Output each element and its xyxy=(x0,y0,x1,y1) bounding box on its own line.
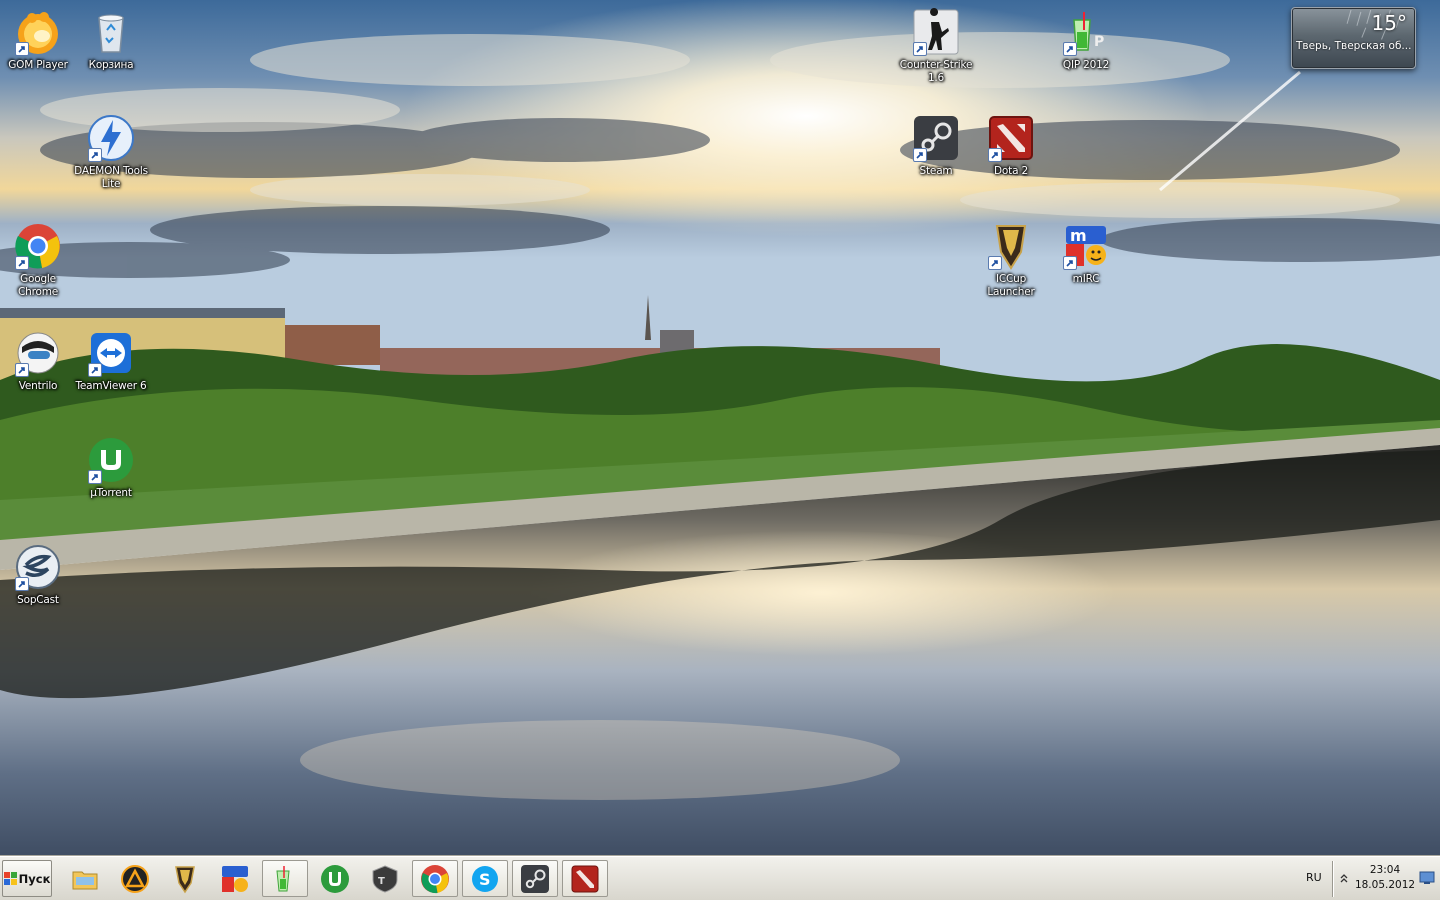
weather-gadget[interactable]: 15° Тверь, Тверская об... xyxy=(1291,7,1416,69)
desktop-icon-label: Ventrilo xyxy=(18,380,58,392)
shortcut-arrow-icon xyxy=(88,363,102,377)
desktop-icon-gom-player[interactable]: GOM Player xyxy=(0,8,76,72)
taskbar-button-steam[interactable] xyxy=(512,860,558,897)
svg-text:T: T xyxy=(378,876,385,887)
desktop-icon-recycle-bin[interactable]: Корзина xyxy=(73,8,149,72)
desktop-icon-counter-strike[interactable]: Counter-Strike 1.6 xyxy=(898,8,974,85)
utorrent-icon xyxy=(321,864,349,893)
desktop-icon-google-chrome[interactable]: Google Chrome xyxy=(0,222,76,299)
shortcut-arrow-icon xyxy=(1063,42,1077,56)
taskbar-button-iccup[interactable] xyxy=(162,860,208,897)
svg-text:P: P xyxy=(1094,34,1104,50)
taskbar-button-world-of-tanks[interactable]: T xyxy=(362,860,408,897)
dota2-icon xyxy=(571,865,599,892)
file-explorer-icon xyxy=(72,871,98,889)
shortcut-arrow-icon xyxy=(15,42,29,56)
shortcut-arrow-icon xyxy=(913,42,927,56)
desktop-icon-label: TeamViewer 6 xyxy=(75,380,147,392)
shortcut-arrow-icon xyxy=(913,148,927,162)
taskbar-button-aimp[interactable] xyxy=(112,860,158,897)
language-indicator[interactable]: RU xyxy=(1306,871,1322,884)
clock-date: 18.05.2012 xyxy=(1354,879,1416,891)
desktop-icon-daemon-tools[interactable]: DAEMON Tools Lite xyxy=(73,114,149,191)
world-of-tanks-icon: T xyxy=(372,864,398,893)
iccup-icon xyxy=(175,865,195,893)
desktop-icon-label: GOM Player xyxy=(8,59,68,71)
shortcut-arrow-icon xyxy=(988,256,1002,270)
desktop-icon-label: Dota 2 xyxy=(994,165,1028,177)
start-button[interactable]: Пуск xyxy=(2,860,52,897)
chevron-up-icon[interactable] xyxy=(1338,871,1350,885)
taskbar: Пуск T S RU 23:04 18.05.2012 xyxy=(0,856,1440,900)
svg-text:S: S xyxy=(479,870,491,889)
desktop[interactable]: GOM Player Корзина DAEMON Tools Lite Goo… xyxy=(0,0,1440,856)
desktop-icon-label: SopCast xyxy=(17,594,59,606)
desktop-icon-iccup[interactable]: ICCup Launcher xyxy=(973,222,1049,299)
shortcut-arrow-icon xyxy=(15,256,29,270)
taskbar-button-skype[interactable]: S xyxy=(462,860,508,897)
shortcut-arrow-icon xyxy=(988,148,1002,162)
taskbar-button-utorrent[interactable] xyxy=(312,860,358,897)
windows-logo-icon xyxy=(3,872,17,885)
start-button-label: Пуск xyxy=(18,871,51,886)
shortcut-arrow-icon xyxy=(88,470,102,484)
desktop-icon-label: ICCup Launcher xyxy=(987,273,1035,298)
desktop-icon-ventrilo[interactable]: Ventrilo xyxy=(0,329,76,393)
desktop-icon-mirc[interactable]: m mIRC xyxy=(1048,222,1124,286)
weather-location: Тверь, Тверская об... xyxy=(1296,40,1412,52)
chrome-icon xyxy=(421,864,449,893)
qip-icon xyxy=(276,865,290,891)
desktop-icon-teamviewer[interactable]: TeamViewer 6 xyxy=(73,329,149,393)
recycle-bin-icon xyxy=(98,14,124,53)
desktop-icon-dota2[interactable]: Dota 2 xyxy=(973,114,1049,178)
taskbar-button-chrome[interactable] xyxy=(412,860,458,897)
desktop-icon-label: Google Chrome xyxy=(18,273,58,298)
desktop-wallpaper xyxy=(0,0,1440,856)
taskbar-button-dota2[interactable] xyxy=(562,860,608,897)
aimp-icon xyxy=(121,864,149,893)
desktop-icon-steam[interactable]: Steam xyxy=(898,114,974,178)
shortcut-arrow-icon xyxy=(88,148,102,162)
desktop-icon-label: mIRC xyxy=(1072,273,1100,285)
weather-temperature: 15° xyxy=(1371,11,1407,35)
taskbar-button-mirc[interactable] xyxy=(212,860,258,897)
desktop-icon-label: QIP 2012 xyxy=(1062,59,1110,71)
desktop-icon-label: DAEMON Tools Lite xyxy=(74,165,148,190)
skype-icon: S xyxy=(472,865,498,892)
shortcut-arrow-icon xyxy=(1063,256,1077,270)
shortcut-arrow-icon xyxy=(15,577,29,591)
desktop-icon-utorrent[interactable]: µTorrent xyxy=(73,436,149,500)
desktop-icon-sopcast[interactable]: SopCast xyxy=(0,543,76,607)
desktop-icon-label: Корзина xyxy=(88,59,134,71)
svg-text:m: m xyxy=(1070,226,1087,245)
desktop-icon-label: Counter-Strike 1.6 xyxy=(899,59,973,84)
taskbar-button-qip[interactable] xyxy=(262,860,308,897)
steam-icon xyxy=(521,864,549,893)
desktop-icon-label: µTorrent xyxy=(90,487,132,499)
system-clock[interactable]: 23:04 18.05.2012 xyxy=(1354,863,1416,893)
show-desktop-icon[interactable] xyxy=(1419,871,1435,885)
desktop-icon-label: Steam xyxy=(919,165,953,177)
clock-time: 23:04 xyxy=(1369,864,1401,876)
shortcut-arrow-icon xyxy=(15,363,29,377)
desktop-icon-qip[interactable]: P QIP 2012 xyxy=(1048,8,1124,72)
taskbar-button-explorer[interactable] xyxy=(62,860,108,897)
tray-divider xyxy=(1332,861,1333,897)
mirc-icon xyxy=(222,865,248,892)
